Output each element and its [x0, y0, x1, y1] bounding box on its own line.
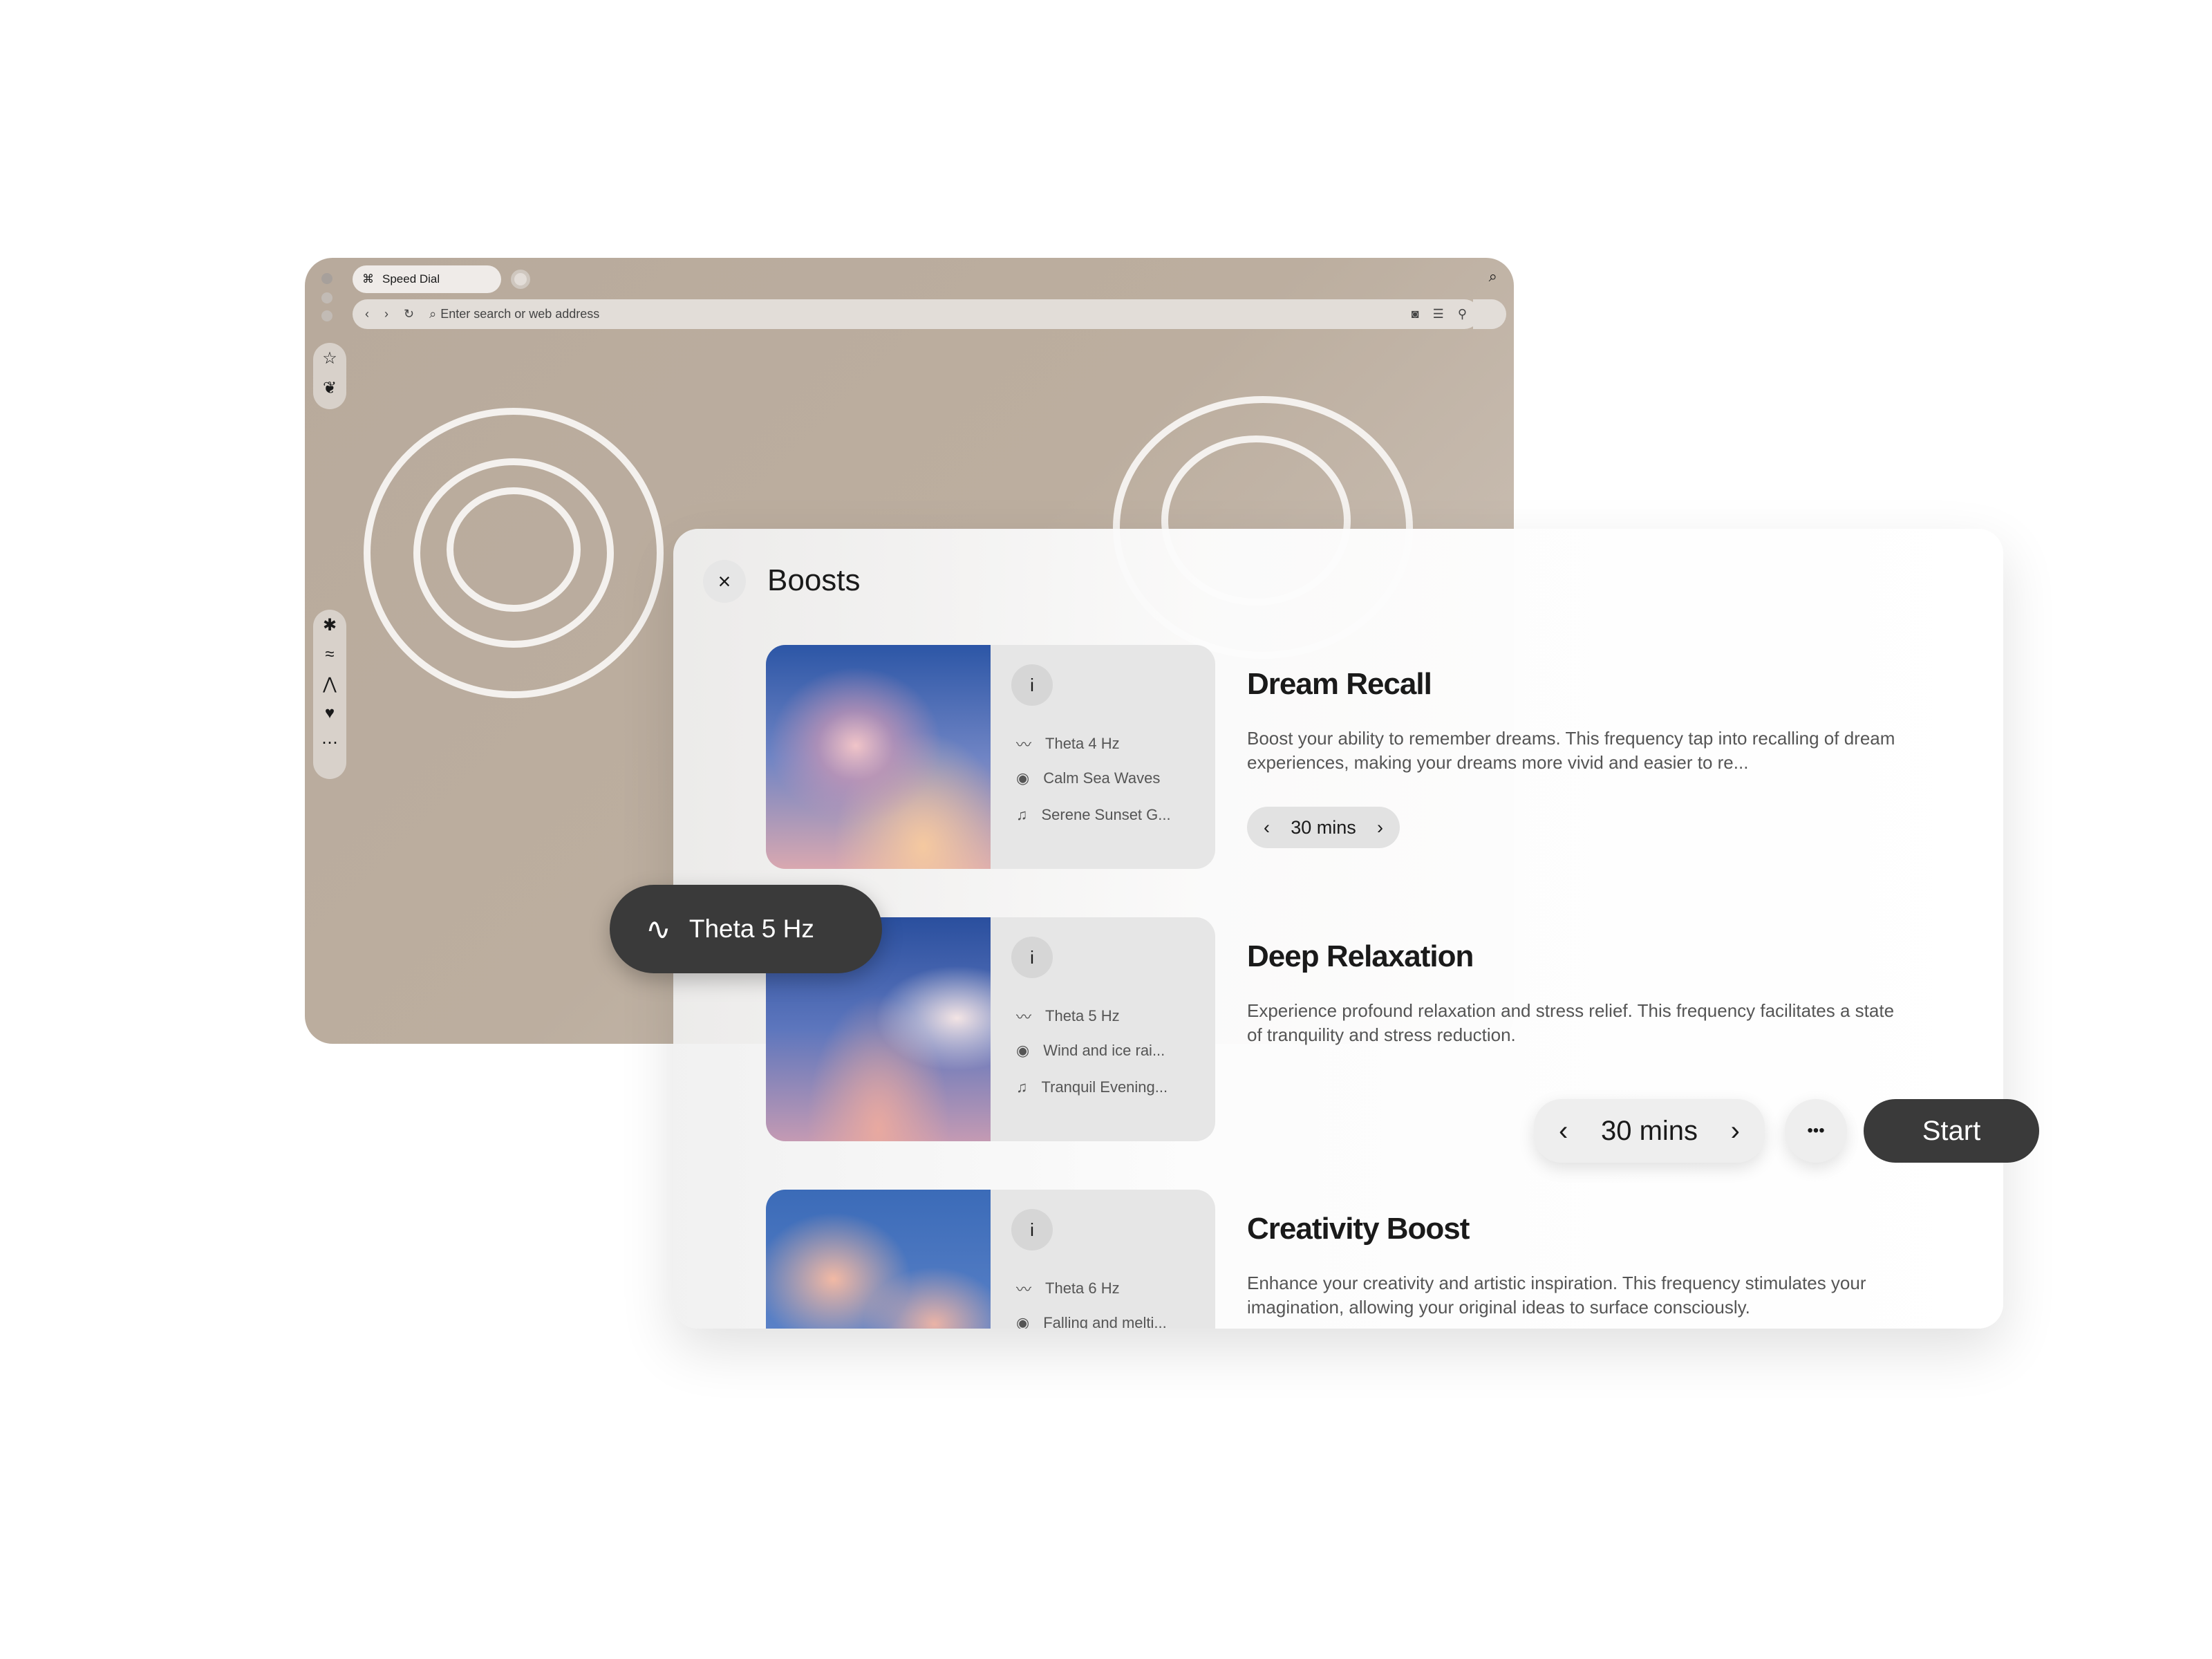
info-button[interactable]: i	[1011, 664, 1053, 706]
lock-icon[interactable]: ⚲	[1458, 307, 1467, 321]
more-icon[interactable]: ⋯	[321, 733, 338, 753]
camera-icon[interactable]: ◙	[1412, 307, 1419, 321]
search-icon: ⌕	[429, 307, 437, 321]
wave-lines-icon[interactable]: ≈	[325, 645, 334, 664]
radio-icon: ◉	[1016, 769, 1030, 787]
boost-description: Experience profound relaxation and stres…	[1247, 1000, 1895, 1045]
settings-icon[interactable]: ☰	[1433, 307, 1444, 321]
window-dot[interactable]	[321, 273, 332, 284]
sidebar-bottom: ✱ ≈ ⋀ ♥ ⋯	[313, 610, 346, 779]
waveform-icon: ∿	[646, 912, 671, 946]
duration-stepper[interactable]: ‹ 30 mins ›	[1247, 807, 1400, 848]
boost-description: Boost your ability to remember dreams. T…	[1247, 728, 1895, 773]
boost-image	[766, 645, 991, 869]
star-icon[interactable]: ☆	[322, 348, 337, 368]
tab-speed-dial[interactable]: ⌘ Speed Dial	[353, 265, 501, 293]
asterisk-icon[interactable]: ✱	[323, 615, 337, 635]
window-dot[interactable]	[321, 292, 332, 303]
chevron-left-icon[interactable]: ‹	[1264, 817, 1270, 838]
boost-image	[766, 1190, 991, 1329]
boost-title: Dream Recall	[1247, 667, 1432, 701]
boost-card[interactable]: i 〰 Theta 6 Hz ◉ Falling and melti...	[766, 1190, 1215, 1329]
waveform-icon: 〰	[1016, 736, 1032, 753]
speed-dial-icon: ⌘	[362, 272, 374, 285]
radio-icon: ◉	[1016, 1314, 1030, 1329]
music-icon: ♫	[1016, 806, 1028, 823]
address-bar[interactable]: ‹ › ↻ ⌕ Enter search or web address ◙ ☰ ⚲	[353, 299, 1479, 329]
waveform-icon: 〰	[1016, 1009, 1032, 1026]
info-button[interactable]: i	[1011, 1209, 1053, 1250]
leaf-icon[interactable]: ❦	[323, 378, 337, 398]
reload-icon[interactable]: ↻	[404, 307, 414, 321]
more-icon: •••	[1807, 1121, 1825, 1140]
radio-icon: ◉	[1016, 1042, 1030, 1059]
music-icon: ♫	[1016, 1078, 1028, 1096]
window-dot[interactable]	[321, 310, 332, 321]
close-icon: ×	[718, 568, 731, 594]
new-tab-button[interactable]	[511, 270, 530, 289]
chevron-right-icon[interactable]: ›	[1731, 1116, 1740, 1147]
chevron-right-icon[interactable]: ›	[1377, 817, 1383, 838]
boost-description: Enhance your creativity and artistic ins…	[1247, 1273, 1866, 1318]
mountain-icon[interactable]: ⋀	[323, 674, 337, 694]
start-button[interactable]: Start	[1864, 1099, 2039, 1163]
address-input[interactable]: Enter search or web address	[440, 307, 599, 321]
chevron-left-icon[interactable]: ‹	[1559, 1116, 1568, 1147]
frequency-tooltip: ∿ Theta 5 Hz	[610, 885, 882, 973]
sidebar-top: ☆ ❦	[313, 343, 346, 409]
boost-card[interactable]: i 〰 Theta 4 Hz ◉ Calm Sea Waves ♫ Serene Su…	[766, 645, 1215, 869]
search-icon[interactable]: ⌕	[1489, 268, 1497, 285]
back-icon[interactable]: ‹	[365, 307, 369, 321]
extensions-button[interactable]	[1473, 299, 1506, 329]
page-title: Boosts	[767, 563, 861, 597]
heart-icon[interactable]: ♥	[325, 704, 335, 723]
boost-title: Deep Relaxation	[1247, 939, 1474, 973]
info-button[interactable]: i	[1011, 937, 1053, 978]
duration-stepper[interactable]: ‹ 30 mins ›	[1534, 1099, 1765, 1163]
forward-icon[interactable]: ›	[384, 307, 388, 321]
waveform-icon: 〰	[1016, 1281, 1032, 1298]
close-button[interactable]: ×	[703, 560, 746, 603]
more-button[interactable]: •••	[1785, 1099, 1847, 1163]
boost-title: Creativity Boost	[1247, 1212, 1470, 1246]
